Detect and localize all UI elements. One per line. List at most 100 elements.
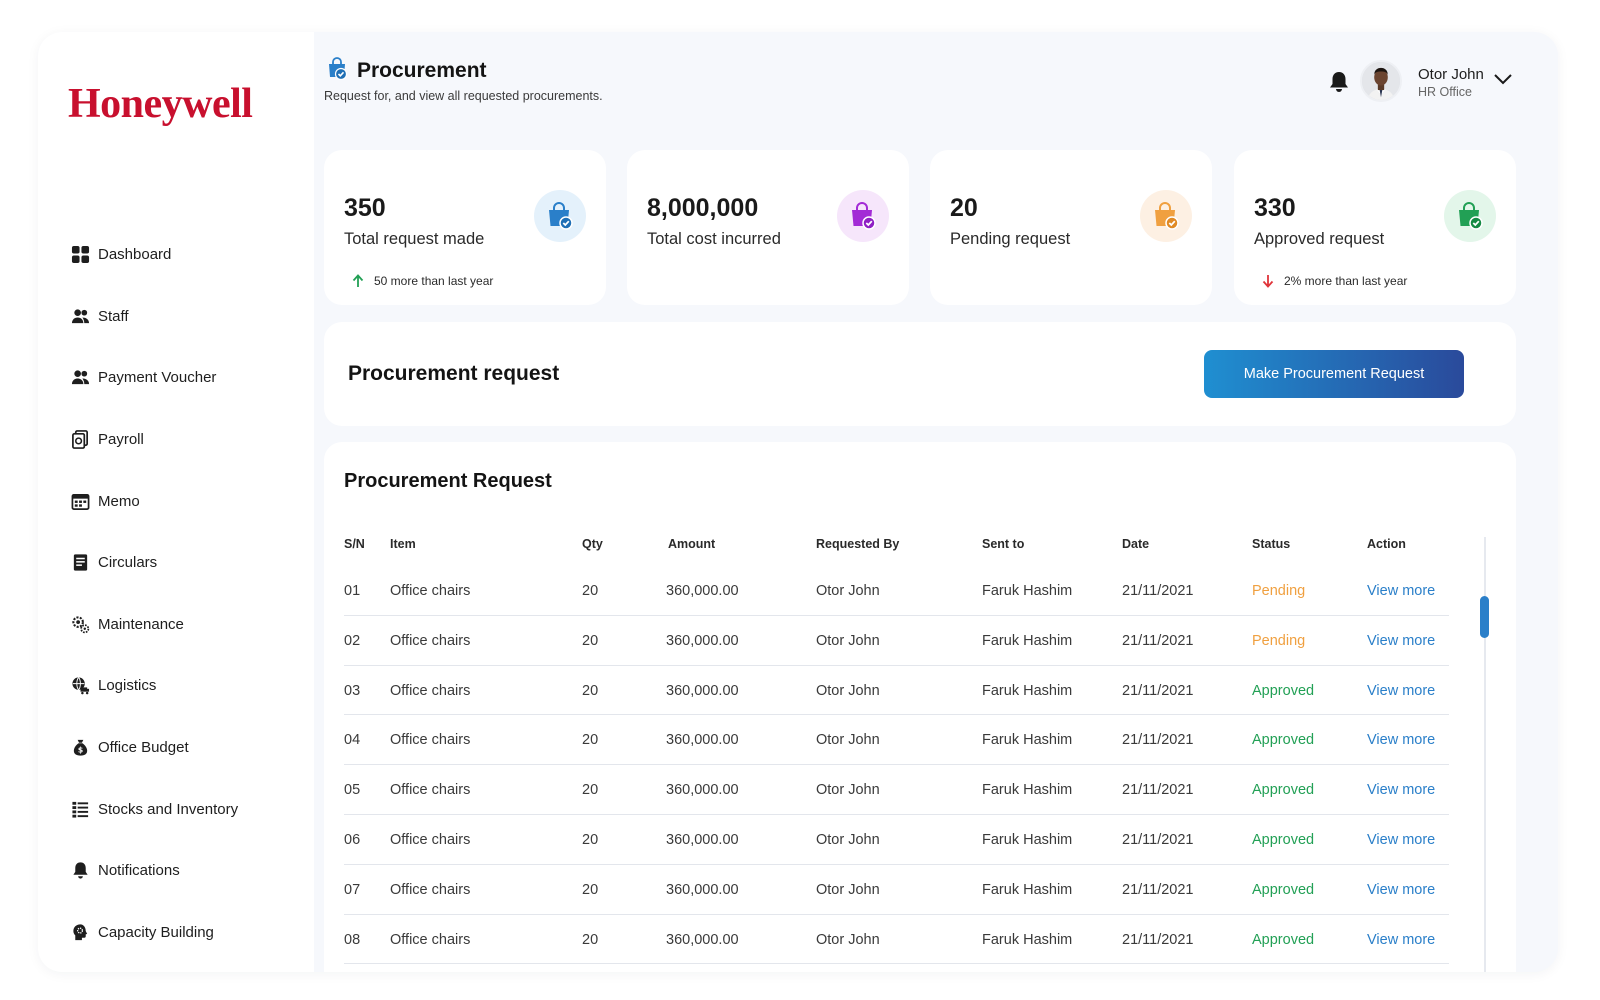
table-row[interactable]: 01 Office chairs 20 360,000.00 Otor John… <box>344 566 1449 616</box>
cell-item: Office chairs <box>390 782 471 799</box>
column-header-status[interactable]: Status <box>1252 537 1290 551</box>
maintenance-gears-icon <box>70 614 90 634</box>
table-row[interactable]: 07 Office chairs 20 360,000.00 Otor John… <box>344 865 1449 915</box>
view-more-link[interactable]: View more <box>1367 683 1435 699</box>
view-more-link[interactable]: View more <box>1367 732 1435 748</box>
payroll-document-icon <box>70 430 90 450</box>
sidebar-item-capacity-building[interactable]: Capacity Building <box>70 902 300 964</box>
cell-sn: 02 <box>344 632 361 649</box>
make-procurement-request-button[interactable]: Make Procurement Request <box>1204 350 1464 398</box>
avatar[interactable] <box>1360 60 1402 102</box>
cell-qty: 20 <box>582 632 599 649</box>
cell-amount: 360,000.00 <box>666 732 739 749</box>
table-row[interactable]: 06 Office chairs 20 360,000.00 Otor John… <box>344 815 1449 865</box>
cell-date: 21/11/2021 <box>1122 632 1194 649</box>
cell-amount: 360,000.00 <box>666 881 739 898</box>
table-row[interactable]: 05 Office chairs 20 360,000.00 Otor John… <box>344 765 1449 815</box>
stat-value: 8,000,000 <box>647 194 759 222</box>
procurement-request-banner: Procurement request Make Procurement Req… <box>324 322 1516 426</box>
sidebar-item-maintenance[interactable]: Maintenance <box>70 594 300 656</box>
sidebar-item-stocks-and-inventory[interactable]: Stocks and Inventory <box>70 778 300 840</box>
stat-label: Approved request <box>1254 230 1385 248</box>
table-header: S/N Item Qty Amount Requested By Sent to… <box>344 537 1449 553</box>
stat-card-approved-requests: 330 Approved request 2% more than last y… <box>1234 150 1516 305</box>
cell-amount: 360,000.00 <box>666 831 739 848</box>
column-header-sn[interactable]: S/N <box>344 537 365 551</box>
sidebar-item-notifications[interactable]: Notifications <box>70 840 300 902</box>
column-header-amount[interactable]: Amount <box>668 537 715 551</box>
view-more-link[interactable]: View more <box>1367 782 1435 798</box>
notification-bell-icon[interactable] <box>1328 70 1350 94</box>
stat-value: 20 <box>950 194 978 222</box>
cell-sn: 06 <box>344 831 361 848</box>
column-header-action: Action <box>1367 537 1406 551</box>
table-row[interactable]: 02 Office chairs 20 360,000.00 Otor John… <box>344 616 1449 666</box>
inventory-list-icon <box>70 799 90 819</box>
sidebar: Honeywell Dashboard Staff Payment Vouche… <box>38 32 314 972</box>
cell-requested-by: Otor John <box>816 782 880 799</box>
sidebar-item-label: Stocks and Inventory <box>98 800 239 818</box>
cell-requested-by: Otor John <box>816 831 880 848</box>
sidebar-item-label: Capacity Building <box>98 923 214 941</box>
sidebar-item-payment-voucher[interactable]: Payment Voucher <box>70 347 300 409</box>
column-header-qty[interactable]: Qty <box>582 537 603 551</box>
cell-amount: 360,000.00 <box>666 782 739 799</box>
sidebar-item-label: Circulars <box>98 554 158 572</box>
stat-label: Total request made <box>344 230 485 248</box>
page-title: Procurement <box>357 59 487 82</box>
bell-icon <box>70 861 90 881</box>
stat-card-total-cost: 8,000,000 Total cost incurred <box>627 150 909 305</box>
cell-qty: 20 <box>582 931 599 948</box>
head-gear-icon <box>70 922 90 942</box>
procurement-table-panel: Procurement Request S/N Item Qty Amount … <box>324 442 1516 972</box>
chevron-down-icon[interactable] <box>1493 72 1513 86</box>
sidebar-item-label: Staff <box>98 307 129 325</box>
status-badge: Pending <box>1252 632 1306 649</box>
table-row[interactable]: 08 Office chairs 20 360,000.00 Otor John… <box>344 915 1449 965</box>
status-badge: Approved <box>1252 881 1315 898</box>
status-badge: Approved <box>1252 931 1315 948</box>
cell-qty: 20 <box>582 732 599 749</box>
cell-requested-by: Otor John <box>816 732 880 749</box>
sidebar-item-office-budget[interactable]: $ Office Budget <box>70 717 300 779</box>
view-more-link[interactable]: View more <box>1367 832 1435 848</box>
money-bag-icon: $ <box>70 738 90 758</box>
view-more-link[interactable]: View more <box>1367 932 1435 948</box>
cell-amount: 360,000.00 <box>666 632 739 649</box>
stat-label: Total cost incurred <box>647 230 781 248</box>
column-header-item[interactable]: Item <box>390 537 416 551</box>
sidebar-item-logistics[interactable]: Logistics <box>70 655 300 717</box>
stat-card-pending-requests: 20 Pending request <box>930 150 1212 305</box>
sidebar-item-payroll[interactable]: Payroll <box>70 409 300 471</box>
column-header-date[interactable]: Date <box>1122 537 1149 551</box>
user-role: HR Office <box>1418 85 1472 99</box>
view-more-link[interactable]: View more <box>1367 882 1435 898</box>
stat-value: 350 <box>344 194 386 222</box>
user-name[interactable]: Otor John <box>1418 66 1484 83</box>
sidebar-item-staff[interactable]: Staff <box>70 286 300 348</box>
sidebar-item-memo[interactable]: Memo <box>70 470 300 532</box>
sidebar-item-circulars[interactable]: Circulars <box>70 532 300 594</box>
cell-item: Office chairs <box>390 831 471 848</box>
table-row[interactable]: 03 Office chairs 20 360,000.00 Otor John… <box>344 666 1449 716</box>
cell-sent-to: Faruk Hashim <box>982 682 1073 699</box>
table-row[interactable]: 04 Office chairs 20 360,000.00 Otor John… <box>344 715 1449 766</box>
column-header-requested-by[interactable]: Requested By <box>816 537 899 551</box>
view-more-link[interactable]: View more <box>1367 583 1435 599</box>
staff-people-icon <box>70 306 90 326</box>
column-header-sent-to[interactable]: Sent to <box>982 537 1024 551</box>
sidebar-item-dashboard[interactable]: Dashboard <box>70 224 300 286</box>
scrollbar-thumb[interactable] <box>1480 596 1489 638</box>
view-more-link[interactable]: View more <box>1367 633 1435 649</box>
svg-text:$: $ <box>77 746 82 755</box>
trend-text: 2% more than last year <box>1284 274 1408 288</box>
trend-text: 50 more than last year <box>374 274 494 288</box>
app-window: Honeywell Dashboard Staff Payment Vouche… <box>38 32 1558 972</box>
brand-logo[interactable]: Honeywell <box>68 80 253 128</box>
cell-qty: 20 <box>582 782 599 799</box>
page-subtitle: Request for, and view all requested proc… <box>324 89 603 103</box>
sidebar-item-label: Maintenance <box>98 615 184 633</box>
dashboard-grid-icon <box>70 245 90 265</box>
cell-sn: 07 <box>344 881 361 898</box>
cell-amount: 360,000.00 <box>666 583 739 599</box>
